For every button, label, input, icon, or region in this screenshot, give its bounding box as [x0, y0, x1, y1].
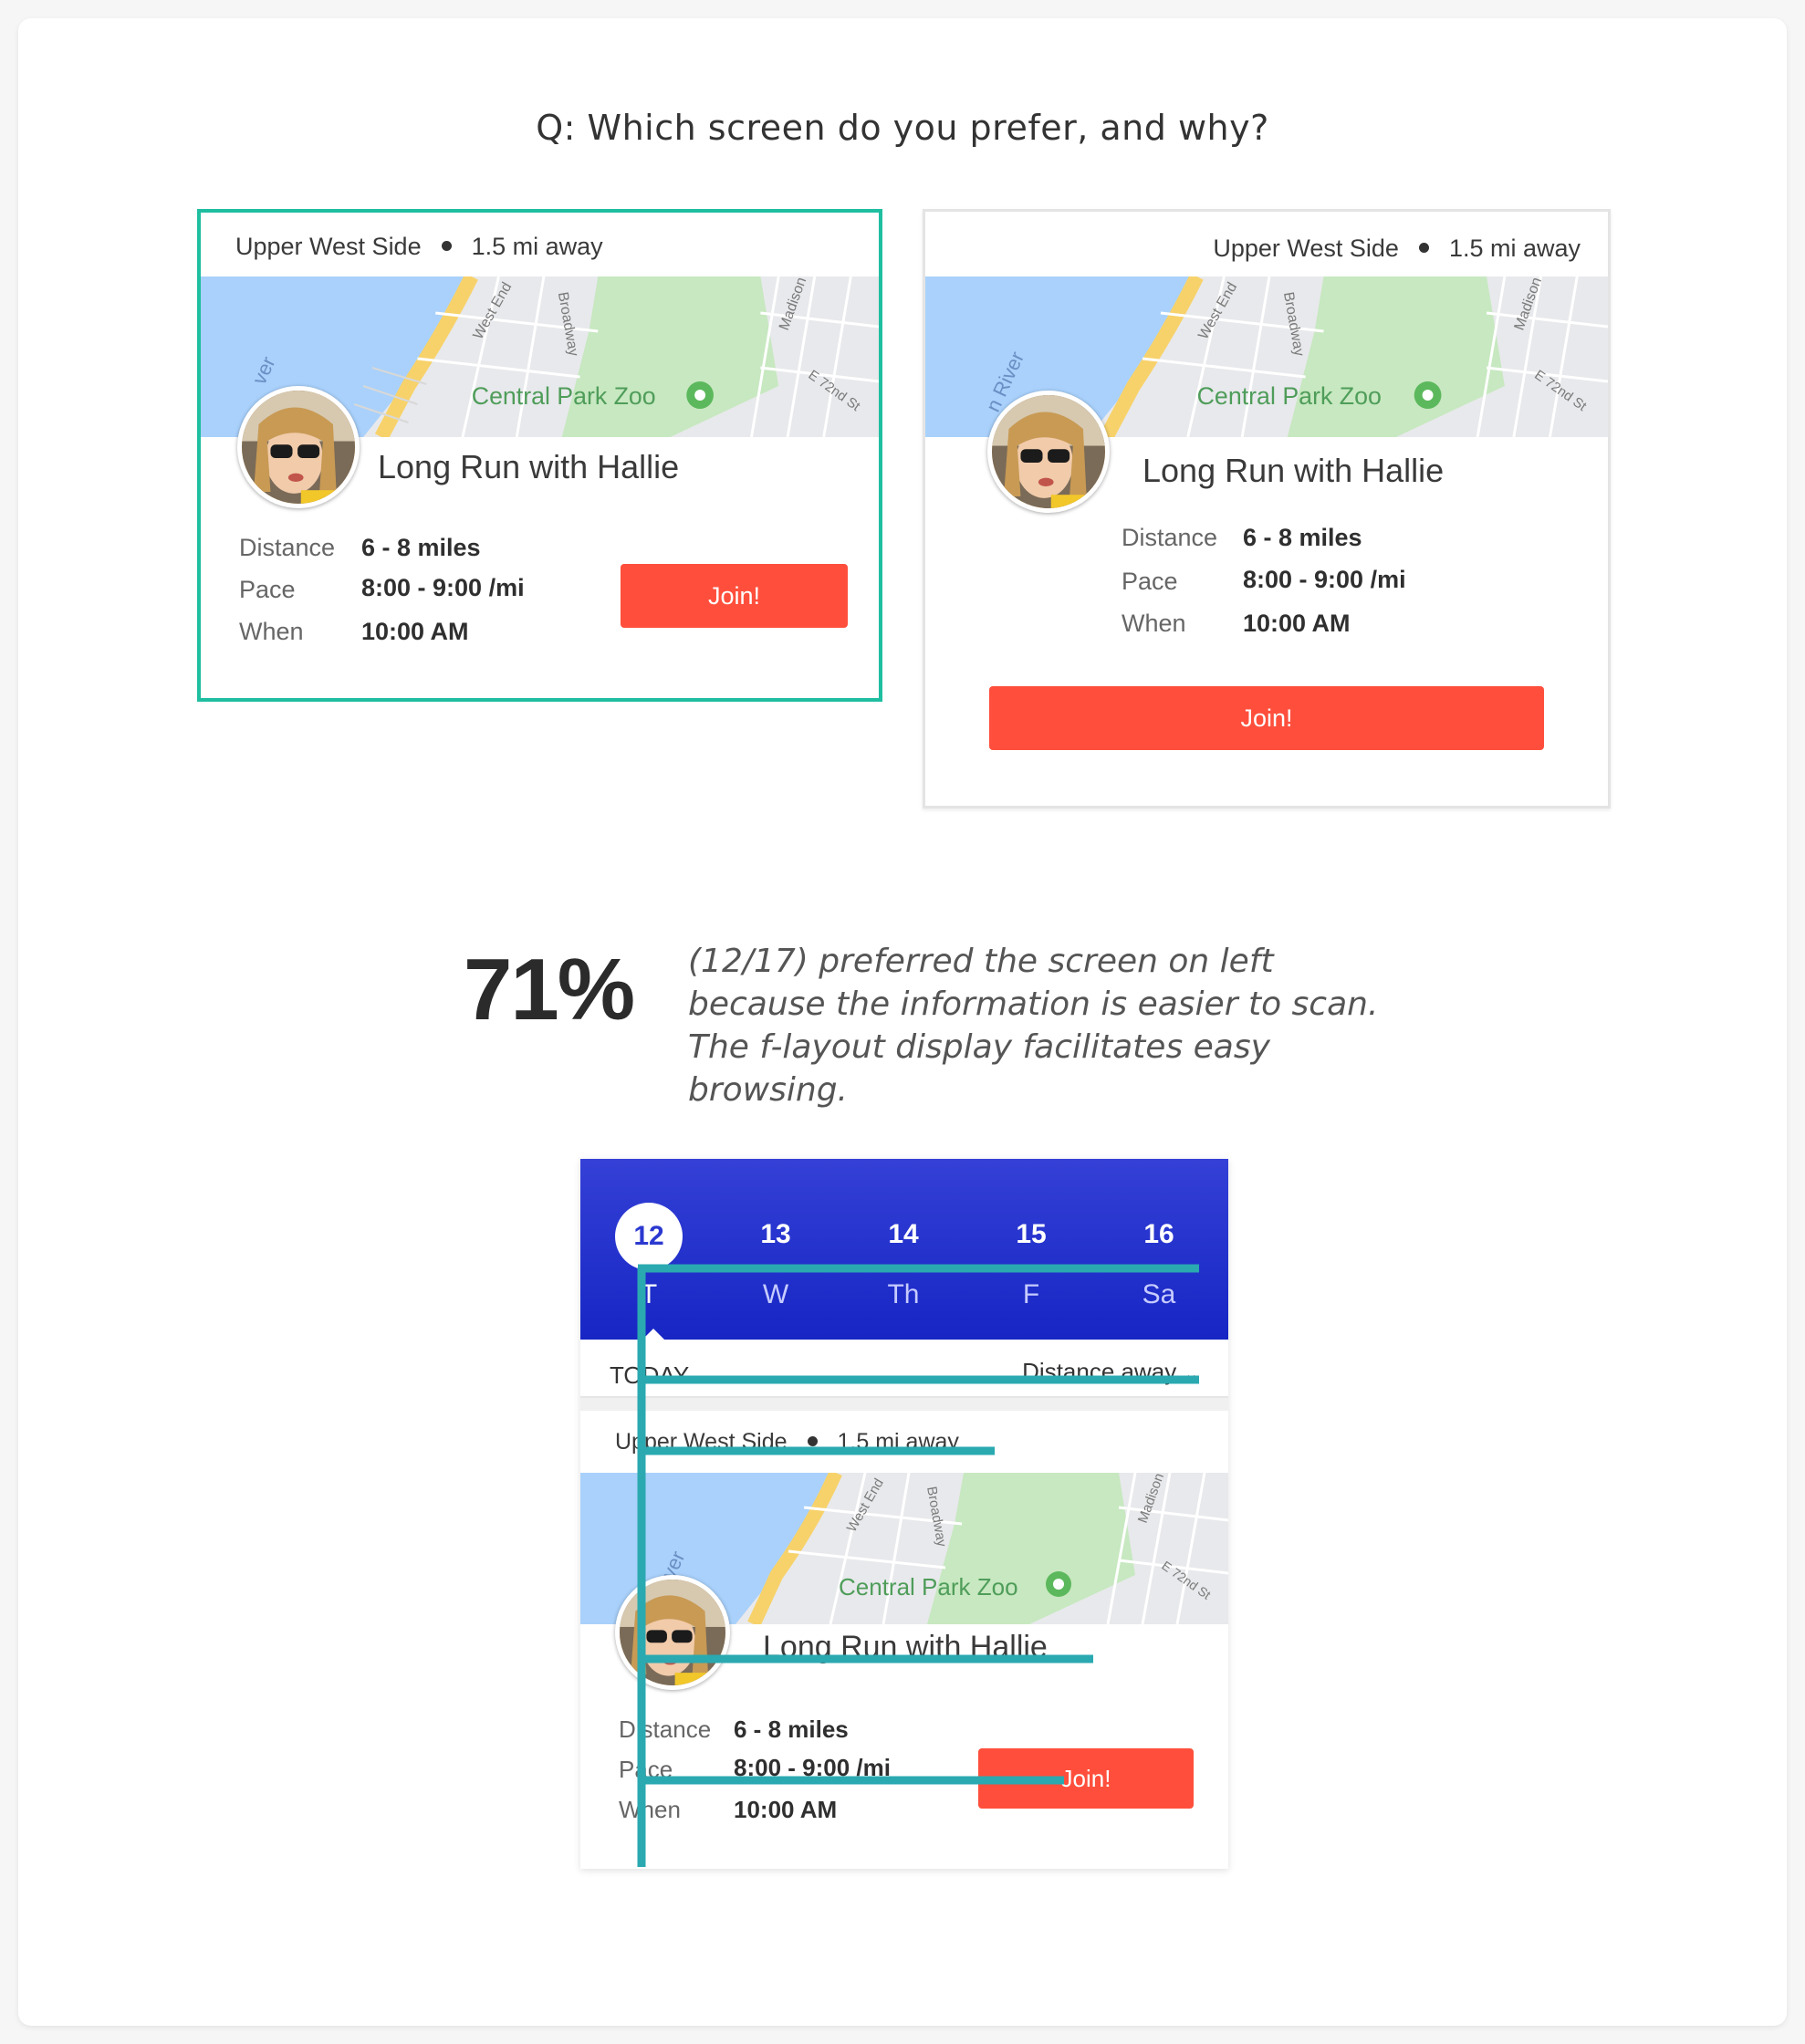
calendar-strip: 12 13 14 15 16 T W Th F Sa [580, 1159, 1228, 1341]
distance-away-label: 1.5 mi away [1448, 235, 1581, 262]
host-avatar[interactable] [237, 386, 360, 508]
host-avatar[interactable] [987, 391, 1110, 513]
detail-label-distance: Distance [239, 534, 336, 561]
detail-label-when: When [1122, 610, 1186, 637]
detail-value-when: 10:00 AM [734, 1796, 838, 1823]
survey-question: Q: Which screen do you prefer, and why? [536, 108, 1269, 148]
section-divider [580, 1398, 1228, 1411]
event-card-right-variant[interactable]: Upper West Side 1.5 mi away n River West … [923, 209, 1611, 808]
day-name[interactable]: F [995, 1279, 1068, 1310]
day-number-selected[interactable]: 12 [615, 1203, 683, 1270]
detail-value-pace: 8:00 - 9:00 /mi [734, 1754, 891, 1781]
detail-label-pace: Pace [239, 576, 296, 603]
detail-label-when: When [619, 1796, 681, 1823]
map-park-label: Central Park Zoo [472, 382, 656, 410]
distance-away-label: 1.5 mi away [471, 233, 603, 260]
distance-away-label: 1.5 mi away [837, 1429, 959, 1455]
detail-label-distance: Distance [619, 1716, 712, 1743]
today-label: TODAY [610, 1361, 690, 1389]
f-layout-phone-mockup: 12 13 14 15 16 T W Th F Sa TODAY Distanc… [580, 1159, 1228, 1869]
sort-dropdown[interactable]: Distance away ⌄ [1022, 1358, 1199, 1386]
avatar-photo [620, 1580, 725, 1685]
detail-value-distance: 6 - 8 miles [1243, 524, 1362, 551]
location-row: Upper West Side 1.5 mi away [1213, 235, 1581, 263]
detail-value-distance: 6 - 8 miles [361, 534, 481, 561]
detail-value-pace: 8:00 - 9:00 /mi [361, 574, 525, 601]
detail-label-distance: Distance [1122, 524, 1218, 551]
filter-row: TODAY Distance away ⌄ [580, 1340, 1228, 1398]
chevron-down-icon: ⌄ [1184, 1364, 1199, 1384]
location-row: Upper West Side 1.5 mi away [235, 233, 603, 261]
map-park-label: Central Park Zoo [839, 1573, 1018, 1601]
day-number[interactable]: 13 [739, 1219, 812, 1250]
detail-value-pace: 8:00 - 9:00 /mi [1243, 566, 1406, 593]
day-name[interactable]: W [739, 1279, 812, 1310]
event-title: Long Run with Hallie [378, 448, 680, 485]
location-row: Upper West Side 1.5 mi away [615, 1429, 959, 1455]
join-button[interactable]: Join! [621, 564, 848, 628]
day-number[interactable]: 16 [1122, 1219, 1195, 1250]
host-avatar[interactable] [615, 1575, 730, 1690]
detail-value-when: 10:00 AM [1243, 610, 1351, 637]
separator-dot-icon [807, 1435, 818, 1446]
day-number[interactable]: 15 [995, 1219, 1068, 1250]
preference-explanation: (12/17) preferred the screen on left bec… [688, 943, 1379, 1109]
join-button[interactable]: Join! [989, 686, 1544, 750]
detail-label-pace: Pace [1122, 568, 1178, 595]
neighborhood-label: Upper West Side [235, 233, 422, 260]
day-name-selected[interactable]: T [612, 1279, 685, 1310]
detail-label-pace: Pace [619, 1756, 673, 1783]
event-card-left-variant[interactable]: Upper West Side 1.5 mi away ver West End … [197, 209, 882, 702]
event-title: Long Run with Hallie [1142, 452, 1445, 489]
sort-label: Distance away [1022, 1358, 1177, 1385]
preference-percentage: 71% [464, 941, 635, 1038]
detail-value-distance: 6 - 8 miles [734, 1716, 849, 1743]
neighborhood-label: Upper West Side [615, 1429, 788, 1455]
detail-label-when: When [239, 618, 304, 645]
join-button[interactable]: Join! [978, 1748, 1194, 1809]
day-name[interactable]: Th [867, 1279, 940, 1310]
avatar-photo [242, 391, 355, 504]
detail-value-when: 10:00 AM [361, 618, 469, 645]
map-park-label: Central Park Zoo [1197, 382, 1382, 410]
separator-dot-icon [441, 241, 452, 252]
day-number[interactable]: 14 [867, 1219, 940, 1250]
day-name[interactable]: Sa [1122, 1279, 1195, 1310]
separator-dot-icon [1418, 243, 1429, 254]
avatar-photo [992, 395, 1105, 508]
event-title: Long Run with Hallie [763, 1630, 1048, 1664]
neighborhood-label: Upper West Side [1213, 235, 1399, 262]
